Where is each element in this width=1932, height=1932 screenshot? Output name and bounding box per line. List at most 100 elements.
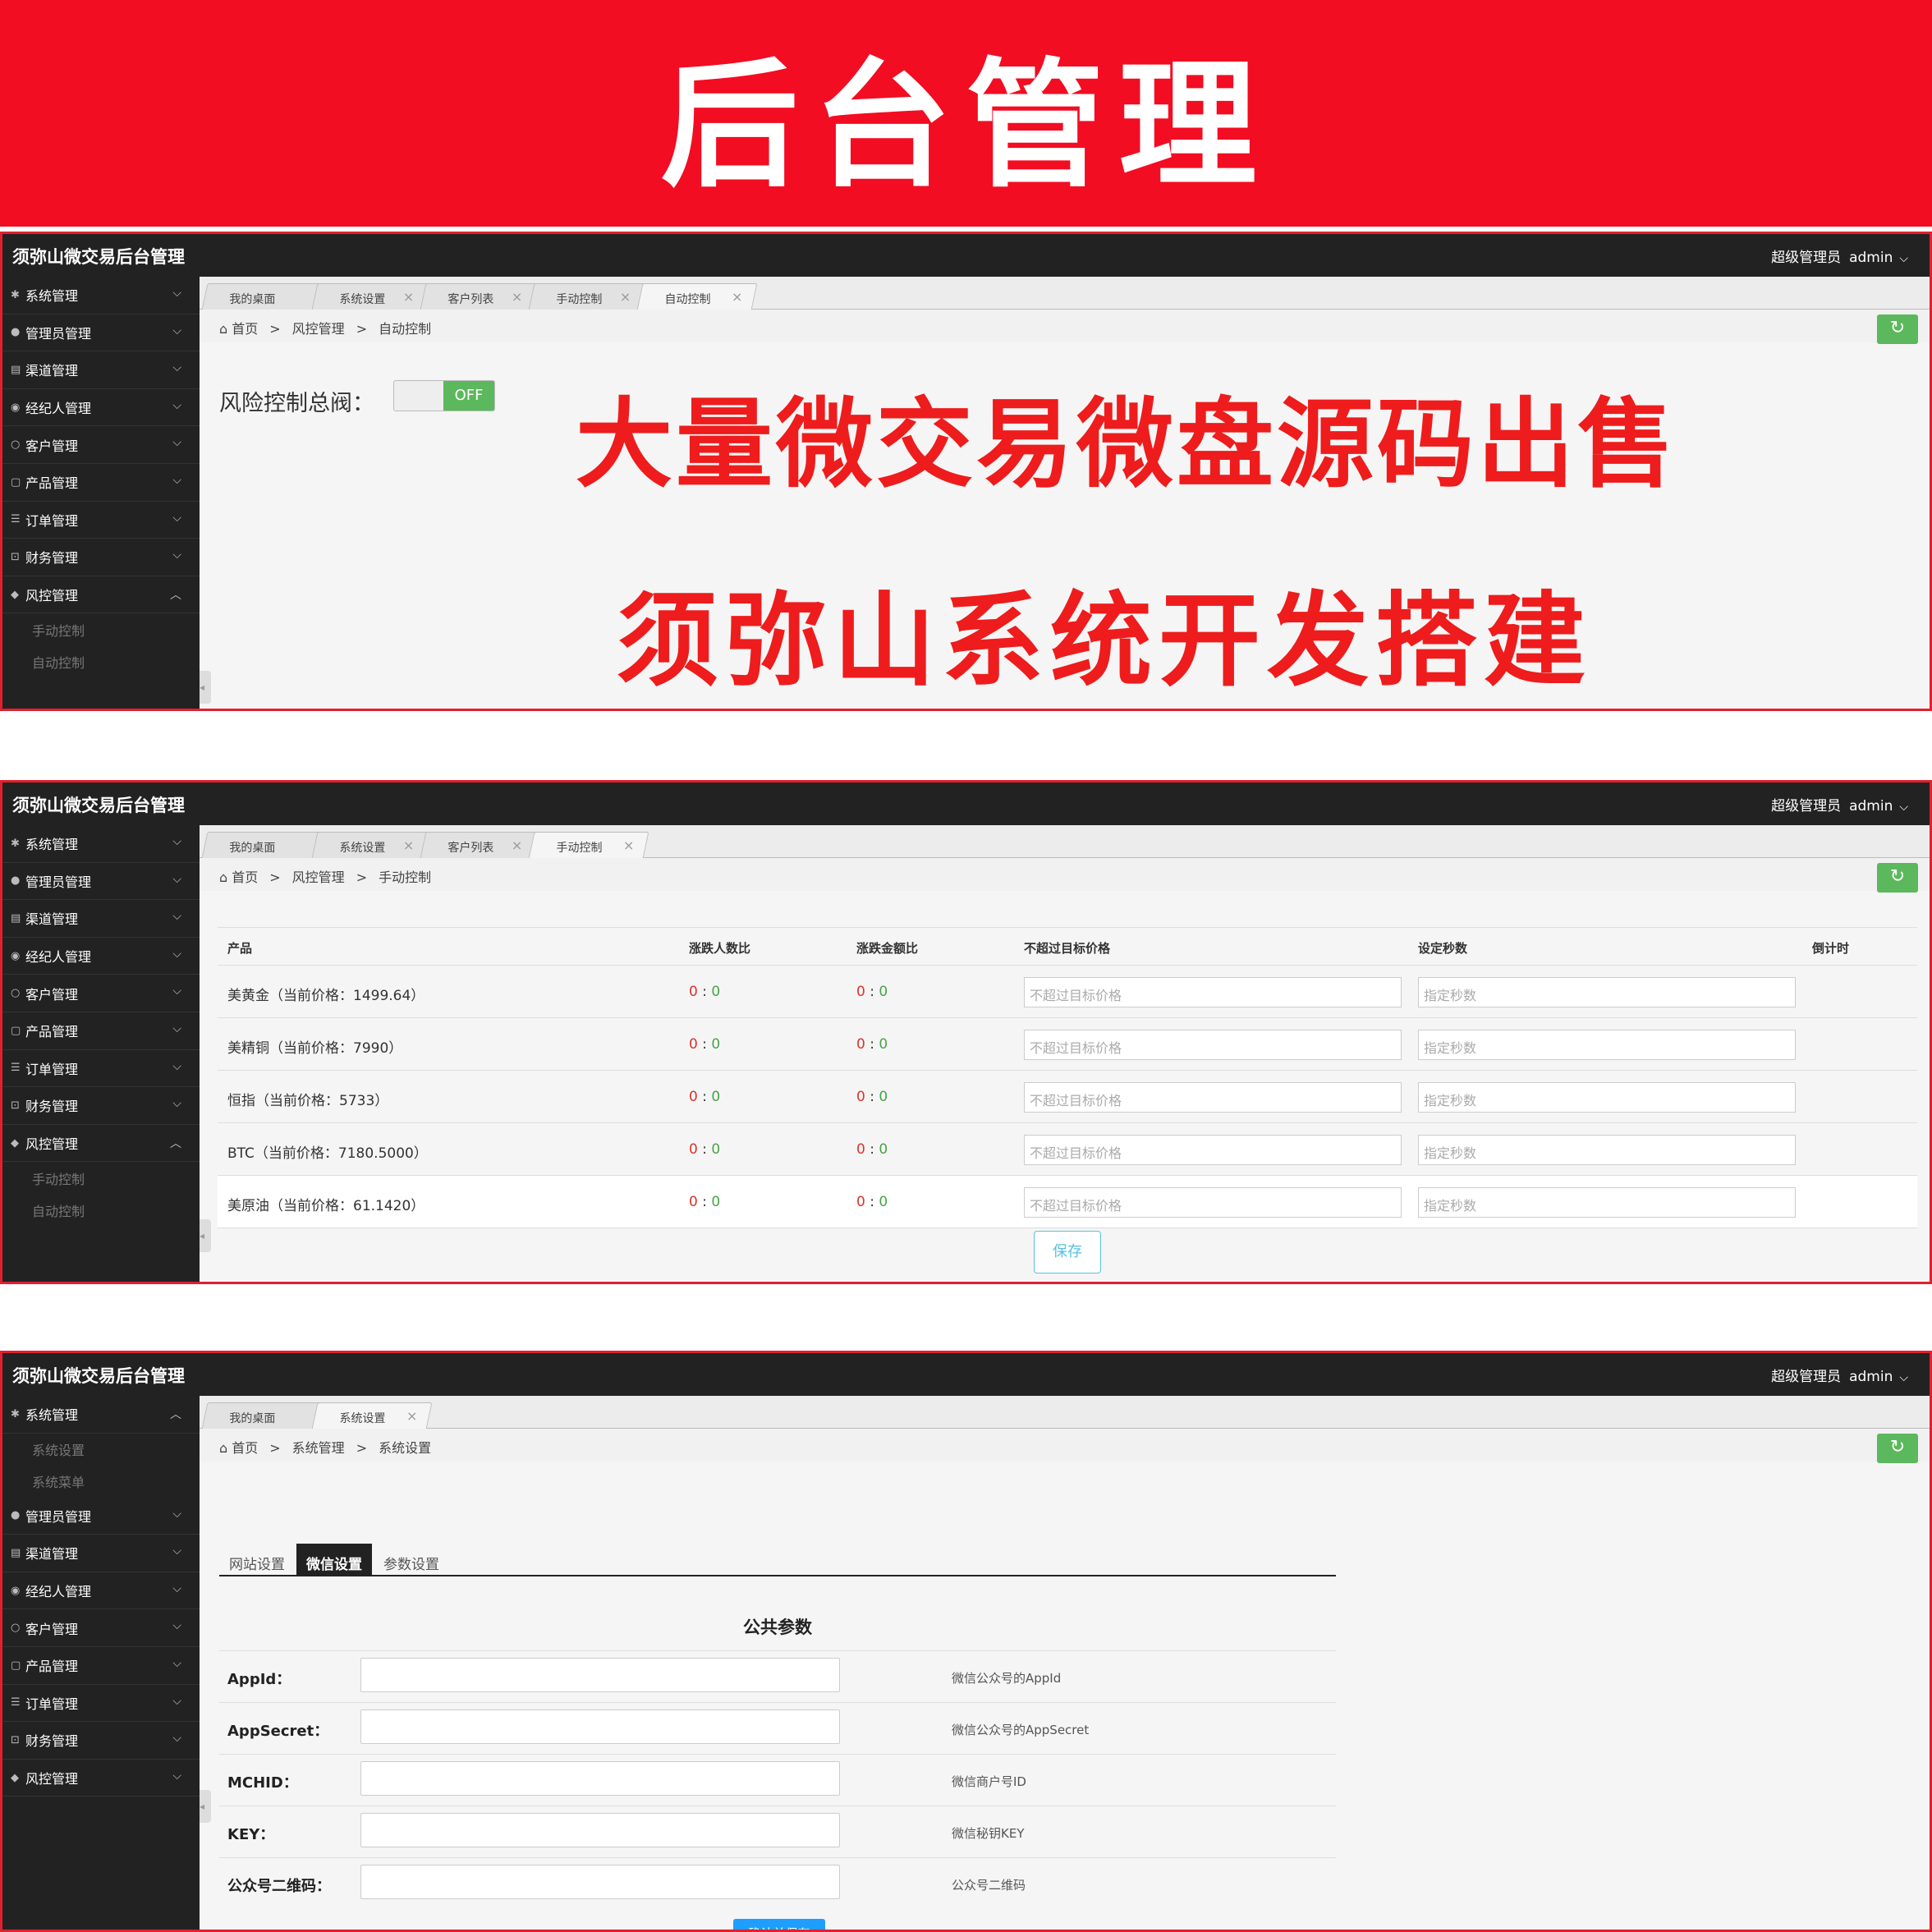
nav-product[interactable]: ▢ 产品管理 ⌵ [2, 464, 200, 502]
seconds-input[interactable]: 指定秒数 [1418, 1082, 1796, 1113]
tab-manual-control[interactable]: 手动控制 × [528, 832, 649, 859]
banner-title: 后台管理 [660, 44, 1272, 206]
user-menu[interactable]: 超级管理员 admin ⌵ [1771, 246, 1908, 266]
user-menu[interactable]: 超级管理员 admin ⌵ [1771, 1365, 1908, 1385]
screenshot-auto-control: 须弥山微交易后台管理 超级管理员 admin ⌵ ✱ 系统管理 ⌵ ● 管理员管理 ⌵ ▤ 渠… [0, 232, 1932, 711]
nav-finance[interactable]: ⊡ 财务管理 ⌵ [2, 539, 200, 576]
nav-customer[interactable]: ○ 客户管理 ⌵ [2, 1609, 200, 1647]
tab-desktop[interactable]: 我的桌面 [201, 283, 323, 310]
tab-customer-list[interactable]: 客户列表 × [420, 832, 538, 858]
target-price-input[interactable]: 不超过目标价格 [1024, 977, 1402, 1007]
nav-customer[interactable]: ○ 客户管理 ⌵ [2, 426, 200, 464]
close-icon[interactable]: × [402, 289, 413, 305]
nav-admin[interactable]: ● 管理员管理 ⌵ [2, 314, 200, 352]
confirm-save-button[interactable]: 确认并保存 [733, 1919, 825, 1930]
nav-channel[interactable]: ▤ 渠道管理 ⌵ [2, 1535, 200, 1572]
nav-customer[interactable]: ○ 客户管理 ⌵ [2, 975, 200, 1012]
tab-system-settings[interactable]: 系统设置 × [311, 832, 429, 858]
shield-icon: ◆ [11, 1771, 19, 1784]
tab-customer-list[interactable]: 客户列表 × [420, 283, 538, 310]
tab-auto-control[interactable]: 自动控制 × [636, 283, 758, 310]
chevron-down-icon: ⌵ [172, 872, 181, 886]
close-icon[interactable]: × [406, 1408, 417, 1424]
lock-icon: ⊡ [11, 1099, 20, 1112]
nav-system[interactable]: ✱ 系统管理 ⌵ [2, 825, 200, 863]
nav-finance[interactable]: ⊡ 财务管理 ⌵ [2, 1722, 200, 1760]
chevron-down-icon: ⌵ [172, 947, 181, 961]
seconds-input[interactable]: 指定秒数 [1418, 977, 1796, 1007]
close-icon[interactable]: × [623, 838, 634, 853]
save-button[interactable]: 保存 [1034, 1231, 1101, 1273]
seconds-input[interactable]: 指定秒数 [1418, 1187, 1796, 1218]
nav-broker[interactable]: ◉ 经纪人管理 ⌵ [2, 389, 200, 427]
target-price-input[interactable]: 不超过目标价格 [1024, 1187, 1402, 1218]
tab-param-settings[interactable]: 参数设置 [374, 1544, 449, 1576]
nav-order[interactable]: ☰ 订单管理 ⌵ [2, 1050, 200, 1088]
sidebar-collapse-handle[interactable]: ◂ [200, 1219, 211, 1252]
user-menu[interactable]: 超级管理员 admin ⌵ [1771, 794, 1908, 815]
nav-channel[interactable]: ▤ 渠道管理 ⌵ [2, 900, 200, 938]
customer-icon: ○ [11, 1622, 21, 1635]
nav-product[interactable]: ▢ 产品管理 ⌵ [2, 1012, 200, 1050]
nav-risk-auto[interactable]: 自动控制 [2, 1194, 200, 1226]
nav-admin[interactable]: ● 管理员管理 ⌵ [2, 1498, 200, 1535]
close-icon[interactable]: × [619, 289, 630, 305]
tab-system-settings[interactable]: 系统设置 × [311, 1402, 433, 1429]
target-price-input[interactable]: 不超过目标价格 [1024, 1030, 1402, 1060]
tab-manual-control[interactable]: 手动控制 × [528, 283, 646, 310]
seconds-input[interactable]: 指定秒数 [1418, 1135, 1796, 1165]
nav-order[interactable]: ☰ 订单管理 ⌵ [2, 502, 200, 539]
close-icon[interactable]: × [732, 289, 742, 305]
sidebar-collapse-handle[interactable]: ◂ [200, 1790, 211, 1823]
sidebar-collapse-handle[interactable]: ◂ [200, 671, 211, 704]
tab-desktop[interactable]: 我的桌面 [201, 1402, 323, 1429]
nav-system[interactable]: ✱ 系统管理 ⌵ [2, 277, 200, 314]
tab-bar: 我的桌面 系统设置 × 客户列表 × 手动控制 × [200, 825, 1930, 859]
nav-channel[interactable]: ▤ 渠道管理 ⌵ [2, 351, 200, 389]
tab-desktop[interactable]: 我的桌面 [201, 832, 323, 858]
channel-icon: ▤ [11, 363, 21, 376]
tab-bar: 我的桌面 系统设置 × 客户列表 × 手动控制 × 自动控制 × [200, 277, 1930, 310]
shield-icon: ◆ [11, 1136, 19, 1150]
target-price-input[interactable]: 不超过目标价格 [1024, 1082, 1402, 1113]
nav-system[interactable]: ✱ 系统管理 ︿ [2, 1396, 200, 1434]
appsecret-input[interactable] [360, 1709, 840, 1744]
table-row: 美原油（当前价格：61.1420） 0 : 0 0 : 0 不超过目标价格 指定… [218, 1176, 1917, 1228]
qrcode-input[interactable] [360, 1865, 840, 1899]
appid-input[interactable] [360, 1658, 840, 1692]
nav-risk[interactable]: ◆ 风控管理 ⌵ [2, 1760, 200, 1797]
chevron-down-icon: ⌵ [172, 1507, 181, 1521]
nav-risk-manual[interactable]: 手动控制 [2, 1162, 200, 1194]
nav-finance[interactable]: ⊡ 财务管理 ⌵ [2, 1087, 200, 1125]
nav-system-settings[interactable]: 系统设置 [2, 1434, 200, 1466]
nav-product[interactable]: ▢ 产品管理 ⌵ [2, 1647, 200, 1685]
order-icon: ☰ [11, 1696, 21, 1709]
refresh-button[interactable]: ↻ [1877, 314, 1918, 344]
form-row-appsecret: AppSecret： 微信公众号的AppSecret [219, 1702, 1336, 1754]
tab-site-settings[interactable]: 网站设置 [219, 1544, 295, 1576]
nav-risk[interactable]: ◆ 风控管理 ︿ [2, 576, 200, 614]
seconds-input[interactable]: 指定秒数 [1418, 1030, 1796, 1060]
close-icon[interactable]: × [511, 838, 521, 853]
nav-system-menu[interactable]: 系统菜单 [2, 1466, 200, 1498]
nav-admin[interactable]: ● 管理员管理 ⌵ [2, 863, 200, 901]
mchid-input[interactable] [360, 1761, 840, 1796]
nav-broker[interactable]: ◉ 经纪人管理 ⌵ [2, 938, 200, 975]
nav-risk-manual[interactable]: 手动控制 [2, 613, 200, 645]
close-icon[interactable]: × [511, 289, 521, 305]
refresh-button[interactable]: ↻ [1877, 1434, 1918, 1463]
nav-risk[interactable]: ◆ 风控管理 ︿ [2, 1125, 200, 1163]
chevron-down-icon: ⌵ [172, 1769, 181, 1783]
nav-broker[interactable]: ◉ 经纪人管理 ⌵ [2, 1572, 200, 1610]
refresh-button[interactable]: ↻ [1877, 863, 1918, 893]
nav-risk-auto[interactable]: 自动控制 [2, 645, 200, 677]
main-content: 我的桌面 系统设置 × ⌂ 首页 > 系统管理 > 系统设置 ↻ ◂ 网站设置 微信设置 … [200, 1396, 1930, 1930]
target-price-input[interactable]: 不超过目标价格 [1024, 1135, 1402, 1165]
tab-wechat-settings[interactable]: 微信设置 [296, 1544, 372, 1576]
nav-order[interactable]: ☰ 订单管理 ⌵ [2, 1685, 200, 1723]
user-name: admin [1849, 1369, 1893, 1385]
tab-system-settings[interactable]: 系统设置 × [311, 283, 429, 310]
key-input[interactable] [360, 1813, 840, 1847]
close-icon[interactable]: × [402, 838, 413, 853]
risk-master-toggle[interactable]: OFF [393, 380, 495, 411]
